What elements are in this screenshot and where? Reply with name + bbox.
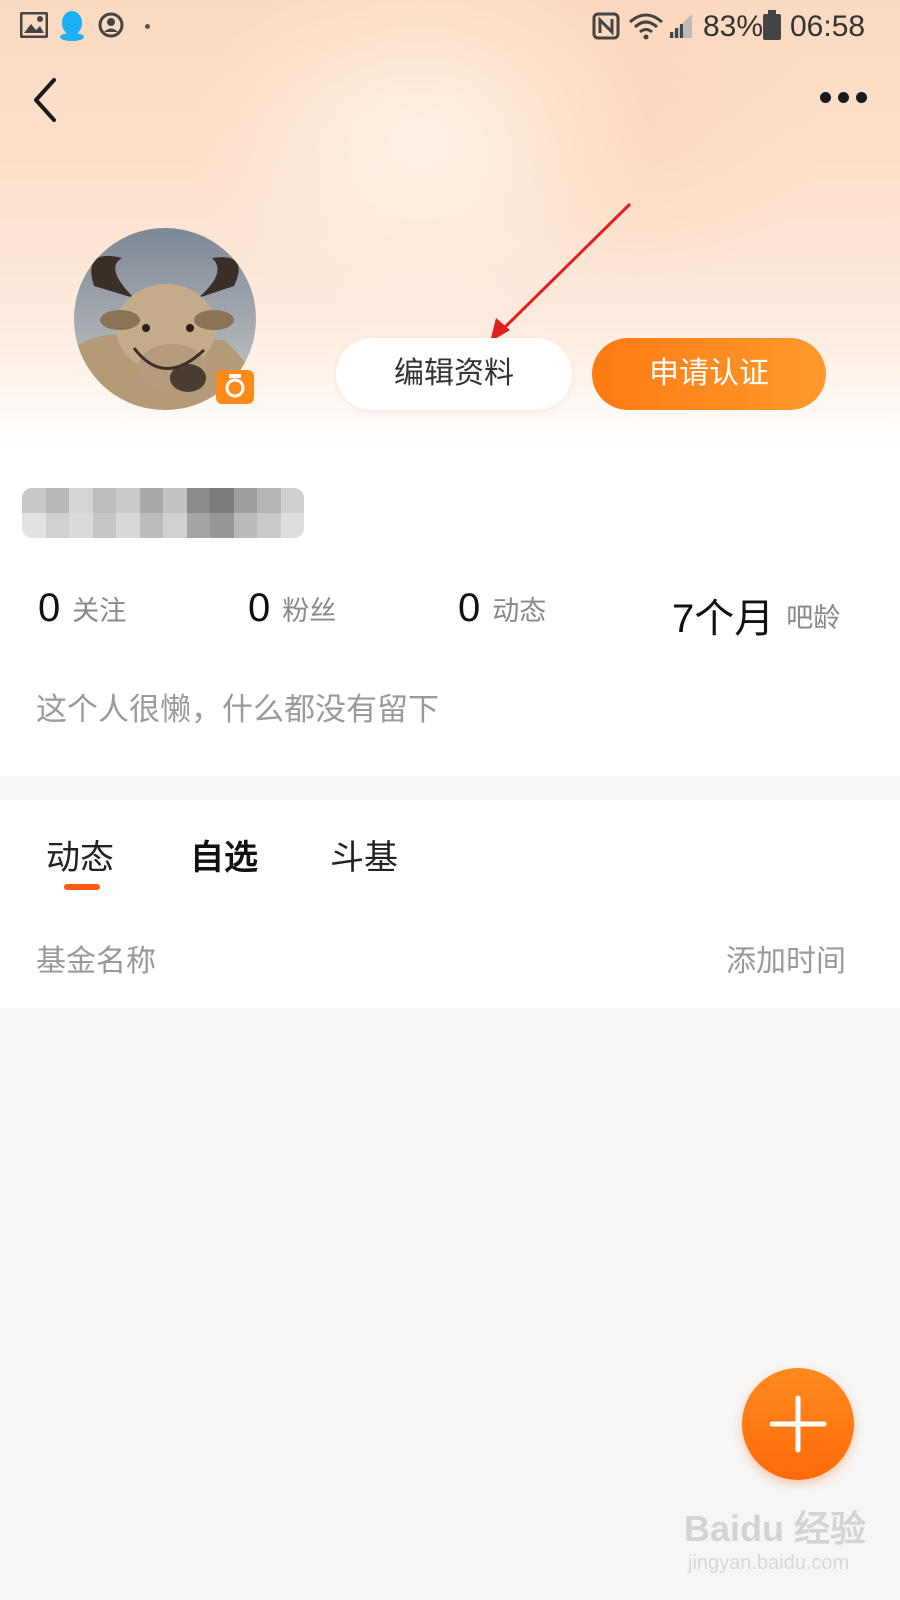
annotation-arrow — [490, 202, 632, 342]
baidu-jingyan-watermark: Baidu 经验 jingyan.baidu.com — [680, 1500, 880, 1590]
stat-bar-age: 7个月 吧龄 — [672, 586, 841, 641]
stat-following[interactable]: 0 关注 — [38, 586, 126, 638]
gallery-icon — [20, 12, 48, 38]
stat-bar-age-label: 吧龄 — [786, 602, 841, 634]
watermark-sub: jingyan.baidu.com — [688, 1552, 850, 1574]
stat-posts-label: 动态 — [492, 596, 547, 627]
battery-percent: 83% — [703, 10, 764, 43]
watermark-text: Baidu 经验 — [684, 1508, 867, 1549]
stat-fans-value: 0 — [248, 586, 271, 630]
add-button[interactable] — [742, 1368, 854, 1480]
battery-icon — [763, 10, 781, 40]
column-header-fund-name: 基金名称 — [36, 944, 156, 979]
account-icon — [98, 12, 124, 38]
stat-posts-value: 0 — [458, 586, 481, 630]
plus-icon — [769, 1395, 827, 1453]
stat-following-value: 0 — [38, 586, 61, 630]
column-header-add-time[interactable]: 添加时间 — [726, 936, 846, 980]
camera-icon — [225, 374, 245, 398]
stat-bar-age-value: 7个月 — [672, 597, 775, 641]
tab-fund-battle[interactable]: 斗基 — [330, 830, 398, 879]
stat-fans-label: 粉丝 — [282, 596, 337, 627]
apply-certification-button[interactable]: 申请认证 — [592, 338, 826, 410]
status-bar: 83% 06:58 — [0, 0, 900, 52]
more-options-button[interactable] — [820, 82, 872, 112]
chevron-left-icon — [34, 78, 56, 122]
signal-icon — [668, 14, 692, 38]
camera-badge[interactable] — [216, 370, 254, 404]
tab-watchlist[interactable]: 自选 — [190, 830, 258, 879]
edit-profile-button[interactable]: 编辑资料 — [336, 338, 572, 410]
stat-following-label: 关注 — [72, 596, 127, 627]
bio-text: 这个人很懒，什么都没有留下 — [36, 692, 439, 728]
nfc-icon — [592, 12, 620, 40]
tab-dynamic[interactable]: 动态 — [46, 830, 114, 879]
clock: 06:58 — [790, 10, 866, 43]
qq-icon — [60, 11, 84, 41]
back-button[interactable] — [22, 72, 72, 128]
dot-icon — [145, 24, 150, 29]
wifi-icon — [629, 13, 663, 40]
username-blurred — [22, 488, 304, 538]
stat-posts[interactable]: 0 动态 — [458, 586, 546, 638]
active-tab-indicator — [64, 884, 100, 890]
stat-fans[interactable]: 0 粉丝 — [248, 586, 336, 638]
